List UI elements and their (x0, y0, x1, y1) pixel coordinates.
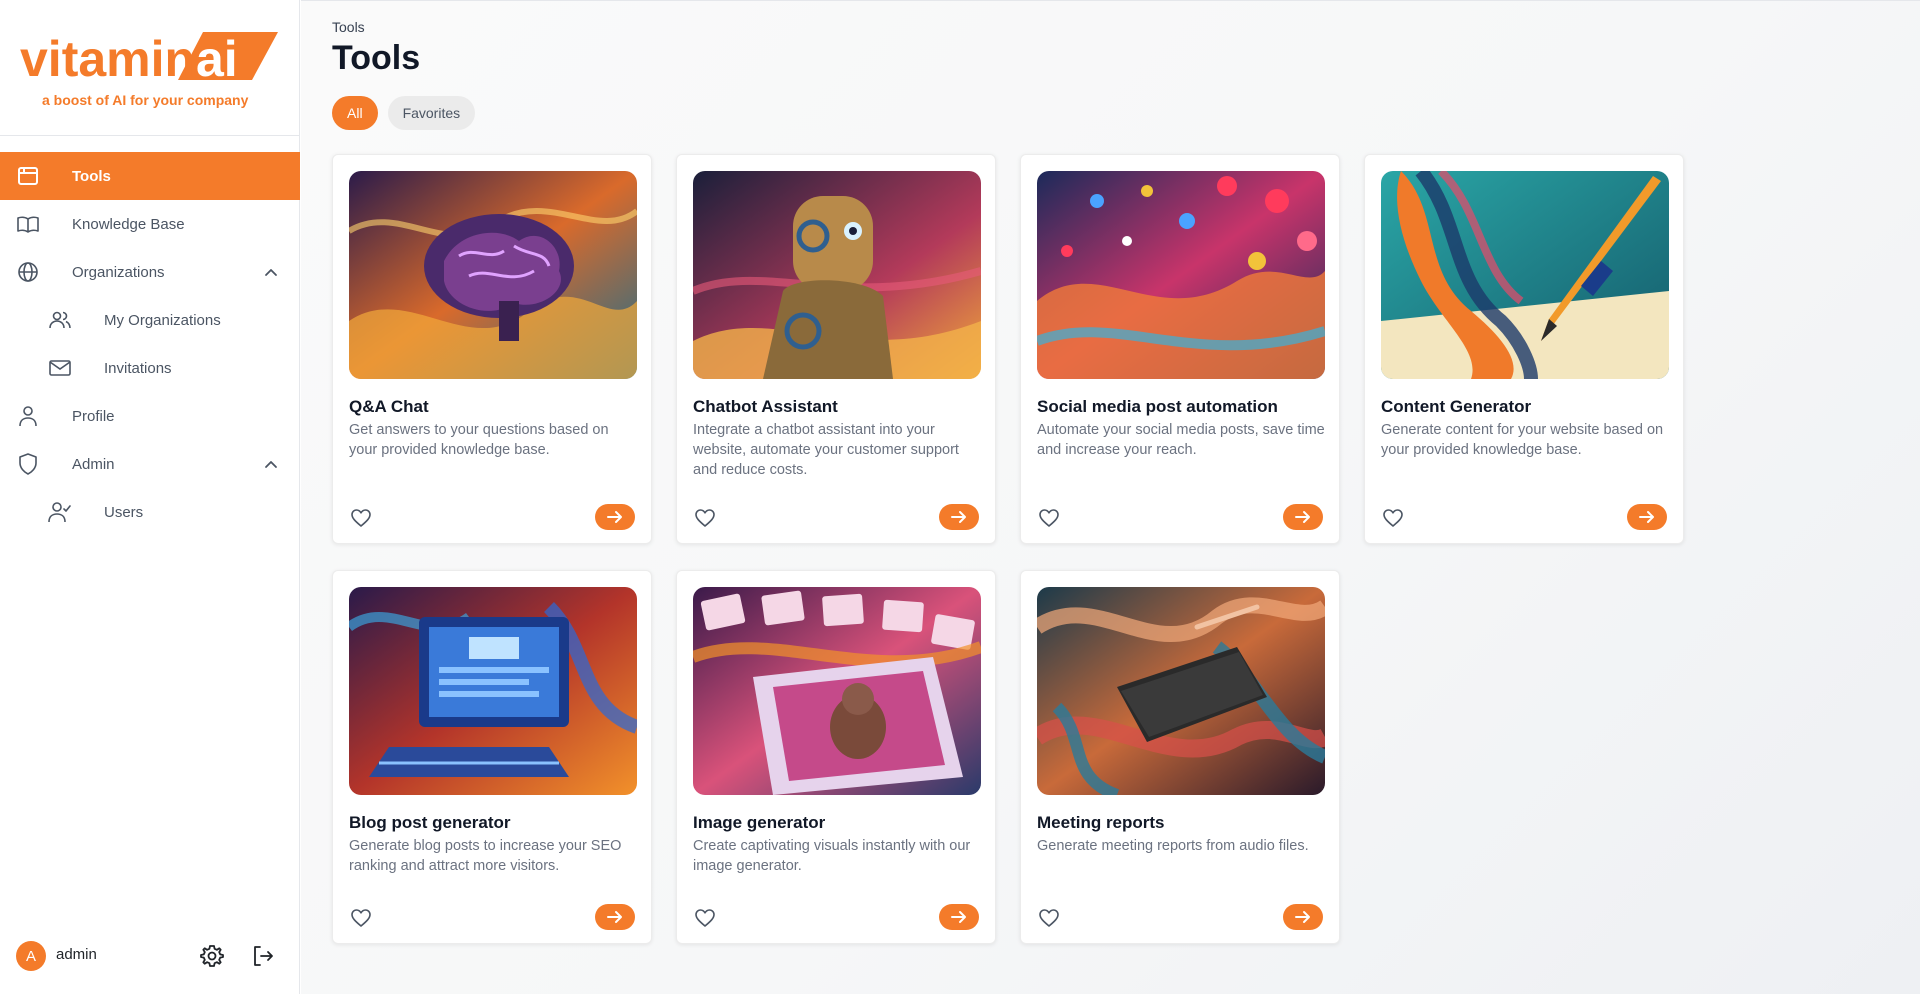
arrow-right-icon (607, 511, 622, 523)
tool-description: Get answers to your questions based on y… (349, 422, 609, 458)
tool-card-qa-chat[interactable]: Q&A Chat Get answers to your questions b… (332, 154, 652, 544)
arrow-right-icon (951, 911, 966, 923)
sidebar-item-label: Knowledge Base (72, 215, 185, 233)
open-tool-button[interactable] (595, 904, 635, 930)
sidebar-item-my-organizations[interactable]: My Organizations (0, 296, 300, 344)
arrow-right-icon (951, 511, 966, 523)
heart-icon[interactable] (694, 908, 716, 928)
tool-image-computer (349, 587, 637, 795)
avatar[interactable]: A (16, 941, 46, 971)
heart-icon[interactable] (350, 508, 372, 528)
sidebar-item-label: Users (104, 503, 144, 521)
svg-text:a boost of AI for your company: a boost of AI for your company (42, 92, 249, 108)
filter-all-button[interactable]: All (332, 96, 378, 130)
logout-icon[interactable] (251, 944, 275, 968)
tool-description: Generate meeting reports from audio file… (1037, 838, 1309, 854)
tool-card-image-generator[interactable]: Image generator Create captivating visua… (676, 570, 996, 944)
tool-card-blog-post-generator[interactable]: Blog post generator Generate blog posts … (332, 570, 652, 944)
tool-description: Integrate a chatbot assistant into your … (693, 422, 959, 478)
open-tool-button[interactable] (939, 904, 979, 930)
sidebar-item-label: Tools (72, 167, 111, 185)
tool-description: Generate blog posts to increase your SEO… (349, 838, 622, 874)
book-open-icon (16, 213, 40, 235)
tool-card-content-generator[interactable]: Content Generator Generate content for y… (1364, 154, 1684, 544)
sidebar-item-label: Invitations (104, 359, 172, 377)
main-content: Tools Tools All Favorites Q&A Chat Get a… (301, 0, 1920, 994)
sidebar: vitamin ai a boost of AI for your compan… (0, 0, 300, 994)
tool-card-chatbot-assistant[interactable]: Chatbot Assistant Integrate a chatbot as… (676, 154, 996, 544)
open-tool-button[interactable] (1283, 904, 1323, 930)
tool-title: Chatbot Assistant (693, 397, 838, 416)
tool-description: Generate content for your website based … (1381, 422, 1664, 458)
users-icon (48, 309, 72, 331)
sidebar-item-organizations[interactable]: Organizations (0, 248, 300, 296)
shield-icon (16, 453, 40, 475)
tool-image-social-media (1037, 171, 1325, 379)
logo-divider (0, 135, 300, 136)
arrow-right-icon (1295, 911, 1310, 923)
sidebar-item-users[interactable]: Users (0, 488, 300, 536)
tool-title: Meeting reports (1037, 813, 1165, 832)
tool-image-notebook (1037, 587, 1325, 795)
heart-icon[interactable] (1382, 508, 1404, 528)
sidebar-item-profile[interactable]: Profile (0, 392, 300, 440)
filter-favorites-button[interactable]: Favorites (387, 96, 476, 130)
tool-title: Blog post generator (349, 813, 511, 832)
chevron-up-icon[interactable] (262, 263, 280, 281)
open-tool-button[interactable] (595, 504, 635, 530)
vitamin-ai-logo[interactable]: vitamin ai a boost of AI for your compan… (20, 26, 280, 116)
sidebar-footer: A admin (0, 933, 300, 977)
mail-icon (48, 357, 72, 379)
arrow-right-icon (607, 911, 622, 923)
browser-window-icon (16, 165, 40, 187)
arrow-right-icon (1295, 511, 1310, 523)
breadcrumb[interactable]: Tools (332, 19, 365, 35)
tool-description: Automate your social media posts, save t… (1037, 422, 1325, 458)
svg-text:ai: ai (196, 31, 238, 87)
sidebar-item-label: Organizations (72, 263, 165, 281)
user-icon (16, 405, 40, 427)
tool-title: Q&A Chat (349, 397, 429, 416)
sidebar-item-label: Admin (72, 455, 115, 473)
open-tool-button[interactable] (1283, 504, 1323, 530)
tool-card-meeting-reports[interactable]: Meeting reports Generate meeting reports… (1020, 570, 1340, 944)
sidebar-nav: Tools Knowledge Base Organizations My Or… (0, 152, 300, 536)
sidebar-item-tools[interactable]: Tools (0, 152, 300, 200)
heart-icon[interactable] (1038, 508, 1060, 528)
username: admin (56, 946, 97, 963)
sidebar-item-label: My Organizations (104, 311, 221, 329)
sidebar-item-knowledge-base[interactable]: Knowledge Base (0, 200, 300, 248)
heart-icon[interactable] (350, 908, 372, 928)
tool-image-brain (349, 171, 637, 379)
tool-image-robot (693, 171, 981, 379)
tool-title: Content Generator (1381, 397, 1532, 416)
svg-text:vitamin: vitamin (20, 31, 195, 87)
open-tool-button[interactable] (939, 504, 979, 530)
heart-icon[interactable] (694, 508, 716, 528)
tool-title: Image generator (693, 813, 826, 832)
sidebar-item-admin[interactable]: Admin (0, 440, 300, 488)
user-check-icon (48, 501, 72, 523)
arrow-right-icon (1639, 511, 1654, 523)
sidebar-item-invitations[interactable]: Invitations (0, 344, 300, 392)
heart-icon[interactable] (1038, 908, 1060, 928)
filter-tabs: All Favorites (332, 96, 476, 130)
tool-card-social-media-post-automation[interactable]: Social media post automation Automate yo… (1020, 154, 1340, 544)
tool-image-pen (1381, 171, 1669, 379)
chevron-up-icon[interactable] (262, 455, 280, 473)
open-tool-button[interactable] (1627, 504, 1667, 530)
globe-icon (16, 261, 40, 283)
gear-icon[interactable] (200, 944, 224, 968)
tool-description: Create captivating visuals instantly wit… (693, 838, 971, 874)
tool-title: Social media post automation (1037, 397, 1278, 416)
tool-image-photos (693, 587, 981, 795)
page-title: Tools (332, 39, 421, 77)
sidebar-item-label: Profile (72, 407, 115, 425)
